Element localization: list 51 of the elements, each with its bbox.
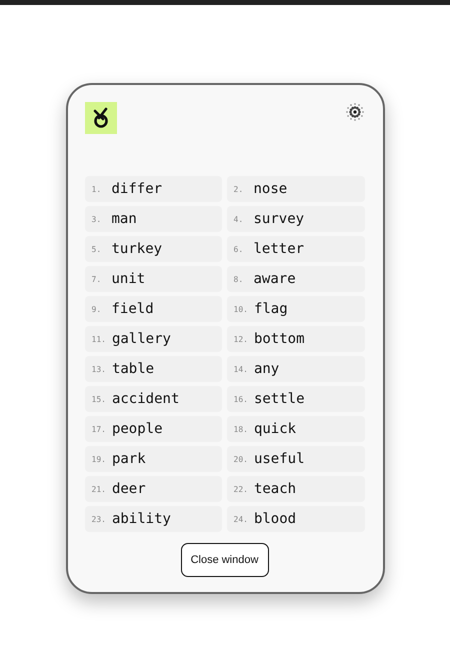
word-text: nose — [254, 181, 288, 197]
word-text: field — [112, 301, 154, 317]
spinner-icon — [344, 102, 364, 122]
word-text: flag — [254, 301, 288, 317]
word-number: 9. — [92, 304, 102, 314]
word-number: 19. — [92, 454, 106, 464]
word-number: 7. — [92, 274, 102, 284]
word-text: aware — [254, 271, 296, 287]
word-text: man — [112, 211, 137, 227]
word-text: any — [254, 361, 280, 377]
word-text: differ — [112, 181, 162, 197]
word-number: 10. — [234, 304, 248, 314]
word-number: 2. — [234, 184, 244, 194]
word-text: settle — [254, 391, 305, 407]
word-number: 5. — [92, 244, 102, 254]
word-text: people — [112, 421, 163, 437]
word-text: teach — [254, 481, 296, 497]
word-text: letter — [254, 241, 304, 257]
word-number: 15. — [92, 394, 106, 404]
word-number: 22. — [234, 484, 248, 494]
word-number: 1. — [92, 184, 102, 194]
word-text: useful — [254, 451, 305, 467]
logo-icon — [84, 102, 116, 134]
word-number: 20. — [234, 454, 248, 464]
word-text: park — [112, 451, 146, 467]
word-number: 13. — [92, 364, 106, 374]
word-text: deer — [112, 481, 146, 497]
word-number: 17. — [92, 424, 106, 434]
word-number: 8. — [234, 274, 244, 284]
word-number: 21. — [92, 484, 106, 494]
word-text: table — [112, 361, 154, 377]
word-text: survey — [254, 211, 304, 227]
word-number: 14. — [234, 364, 248, 374]
word-text: blood — [254, 511, 296, 527]
word-text: unit — [112, 271, 146, 287]
word-number: 23. — [92, 514, 106, 524]
word-text: quick — [254, 421, 296, 437]
word-number: 11. — [92, 334, 106, 344]
word-text: ability — [112, 511, 171, 527]
word-number: 4. — [234, 214, 244, 224]
word-text: turkey — [112, 241, 162, 257]
word-number: 18. — [234, 424, 248, 434]
word-text: accident — [112, 391, 180, 407]
word-number: 3. — [92, 214, 102, 224]
word-number: 16. — [234, 394, 248, 404]
word-text: gallery — [112, 331, 171, 347]
word-number: 12. — [234, 334, 248, 344]
close-window-button[interactable]: Close window — [180, 543, 268, 577]
word-number: 6. — [234, 244, 244, 254]
word-text: bottom — [254, 331, 305, 347]
word-number: 24. — [234, 514, 248, 524]
